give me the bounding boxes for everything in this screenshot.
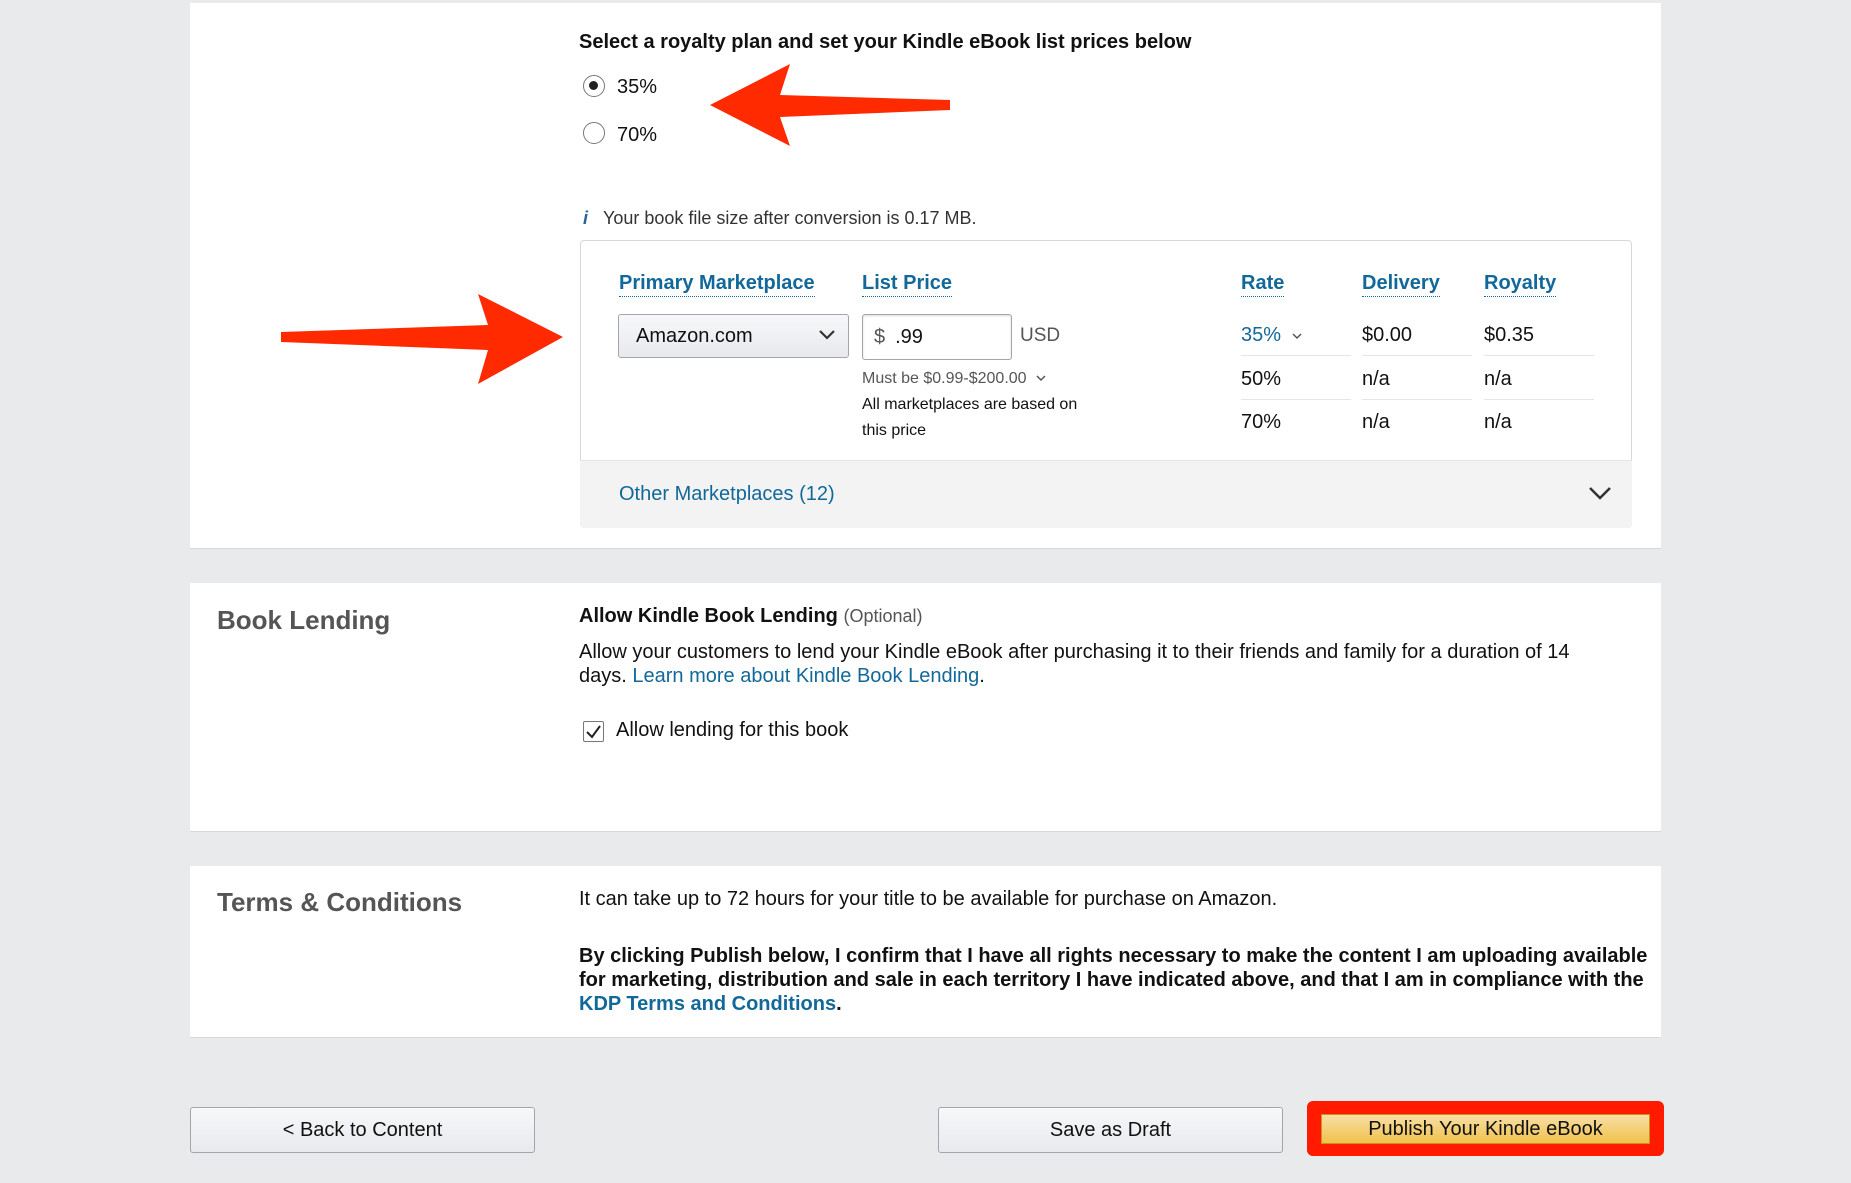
rate-35-value: 35%	[1241, 324, 1282, 346]
row-divider	[1484, 399, 1594, 400]
publish-button[interactable]: Publish Your Kindle eBook	[1321, 1114, 1650, 1144]
kdp-terms-link[interactable]: KDP Terms and Conditions	[579, 993, 836, 1015]
header-royalty[interactable]: Royalty	[1484, 272, 1557, 297]
header-list-price[interactable]: List Price	[862, 272, 953, 297]
confirm-text-3: KDP Terms and Conditions.	[579, 993, 842, 1016]
royalty-70: n/a	[1484, 411, 1512, 433]
royalty-35-radio[interactable]	[583, 75, 605, 97]
chevron-down-icon[interactable]	[1588, 485, 1612, 501]
header-primary-marketplace[interactable]: Primary Marketplace	[619, 272, 815, 297]
lending-heading: Allow Kindle Book Lending (Optional)	[579, 605, 922, 628]
file-size-note: Your book file size after conversion is …	[603, 208, 977, 228]
delivery-70: n/a	[1362, 411, 1390, 433]
lending-description: Allow your customers to lend your Kindle…	[579, 641, 1570, 663]
allow-lending-checkbox[interactable]	[583, 721, 604, 742]
royalty-35-label[interactable]: 35%	[617, 76, 657, 99]
royalty-35: $0.35	[1484, 324, 1535, 346]
other-marketplaces-toggle[interactable]: Other Marketplaces (12)	[580, 460, 1632, 528]
terms-title: Terms & Conditions	[217, 887, 463, 917]
based-on-note-2: this price	[862, 422, 927, 439]
list-price-input[interactable]: $ .99	[862, 314, 1012, 360]
confirm-text-2: for marketing, distribution and sale in …	[579, 969, 1644, 991]
learn-more-lending-link[interactable]: Learn more about Kindle Book Lending	[632, 665, 979, 687]
rate-50: 50%	[1241, 368, 1282, 390]
marketplace-select[interactable]: Amazon.com	[618, 314, 849, 358]
lending-description-end: days.	[579, 665, 627, 687]
optional-label: (Optional)	[843, 606, 923, 626]
royalty-70-label[interactable]: 70%	[617, 124, 657, 147]
header-delivery[interactable]: Delivery	[1362, 272, 1440, 297]
back-to-content-button[interactable]: < Back to Content	[190, 1107, 535, 1153]
annotation-arrow-left-icon	[710, 64, 950, 146]
royalty-70-radio[interactable]	[583, 122, 605, 144]
row-divider	[1241, 399, 1351, 400]
row-divider	[1241, 355, 1351, 356]
book-lending-title: Book Lending	[217, 605, 391, 635]
chevron-down-icon	[1292, 333, 1302, 340]
delivery-50: n/a	[1362, 368, 1390, 390]
row-divider	[1484, 355, 1594, 356]
chevron-down-icon	[819, 330, 835, 340]
period: .	[836, 993, 842, 1015]
period: .	[979, 665, 985, 687]
price-range-text: Must be $0.99-$200.00	[862, 370, 1027, 387]
availability-note: It can take up to 72 hours for your titl…	[579, 888, 1278, 910]
currency-code: USD	[1020, 325, 1061, 346]
based-on-note: All marketplaces are based on	[862, 396, 1078, 413]
rate-35-dropdown[interactable]: 35%	[1241, 324, 1303, 347]
header-rate[interactable]: Rate	[1241, 272, 1285, 297]
book-lending-panel	[190, 583, 1661, 832]
row-divider	[1362, 399, 1472, 400]
allow-lending-label[interactable]: Allow lending for this book	[616, 719, 848, 742]
lending-description-2: days. Learn more about Kindle Book Lendi…	[579, 665, 985, 688]
royalty-50: n/a	[1484, 368, 1512, 390]
delivery-35: $0.00	[1362, 324, 1413, 346]
row-divider	[1362, 355, 1472, 356]
lending-heading-text: Allow Kindle Book Lending	[579, 605, 838, 627]
save-as-draft-button[interactable]: Save as Draft	[938, 1107, 1283, 1153]
currency-symbol: $	[874, 326, 886, 348]
royalty-heading: Select a royalty plan and set your Kindl…	[579, 31, 1192, 53]
other-marketplaces-label[interactable]: Other Marketplaces (12)	[619, 483, 835, 506]
annotation-arrow-right-icon	[281, 294, 563, 384]
list-price-value: .99	[895, 326, 923, 348]
price-range-note[interactable]: Must be $0.99-$200.00	[862, 370, 1047, 388]
checkmark-icon	[586, 725, 601, 739]
chevron-down-icon	[1036, 375, 1046, 382]
confirm-text-1: By clicking Publish below, I confirm tha…	[579, 945, 1648, 967]
info-icon: i	[583, 208, 589, 228]
marketplace-select-value: Amazon.com	[636, 325, 753, 347]
rate-70: 70%	[1241, 411, 1282, 433]
